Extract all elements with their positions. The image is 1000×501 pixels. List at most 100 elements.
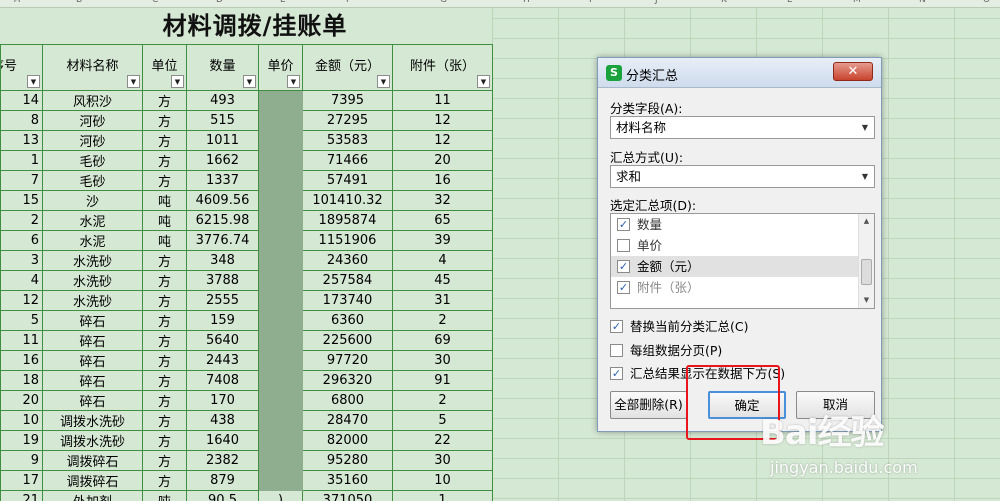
sheet-title[interactable]: 材料调拨/挂账单 xyxy=(0,8,492,44)
filter-dropdown-icon[interactable]: ▼ xyxy=(377,75,390,88)
cell-material[interactable]: 外加剂 xyxy=(42,490,143,501)
cell-index[interactable]: 9 xyxy=(0,450,43,471)
cell-attachments[interactable]: 1 xyxy=(392,490,493,501)
cell-index[interactable]: 4 xyxy=(0,270,43,291)
cell-material[interactable]: 碎石 xyxy=(42,310,143,331)
cell-attachments[interactable]: 5 xyxy=(392,410,493,431)
cell-price[interactable] xyxy=(258,90,303,111)
cell-unit[interactable]: 方 xyxy=(142,370,187,391)
cell-index[interactable]: 21 xyxy=(0,490,43,501)
col-letter[interactable]: M xyxy=(853,0,861,5)
cell-attachments[interactable]: 32 xyxy=(392,190,493,211)
cell-material[interactable]: 碎石 xyxy=(42,370,143,391)
col-letter[interactable]: H xyxy=(523,0,530,5)
cell-unit[interactable]: 吨 xyxy=(142,210,187,231)
cell-quantity[interactable]: 2443 xyxy=(186,350,259,371)
cell-amount[interactable]: 71466 xyxy=(302,150,393,171)
cell-quantity[interactable]: 348 xyxy=(186,250,259,271)
cell-index[interactable]: 2 xyxy=(0,210,43,231)
cell-attachments[interactable]: 12 xyxy=(392,130,493,151)
delete-all-button[interactable]: 全部删除(R) xyxy=(610,391,687,419)
checkbox-checked-icon[interactable]: ✓ xyxy=(617,260,630,273)
cell-amount[interactable]: 101410.32 xyxy=(302,190,393,211)
cell-unit[interactable]: 方 xyxy=(142,350,187,371)
option-page-break[interactable]: 每组数据分页(P) xyxy=(610,343,722,359)
cell-amount[interactable]: 1895874 xyxy=(302,210,393,231)
col-letter[interactable]: A xyxy=(14,0,20,5)
cell-index[interactable]: 10 xyxy=(0,410,43,431)
cell-unit[interactable]: 方 xyxy=(142,150,187,171)
cell-amount[interactable]: 35160 xyxy=(302,470,393,491)
cell-index[interactable]: 12 xyxy=(0,290,43,311)
cell-amount[interactable]: 24360 xyxy=(302,250,393,271)
cell-unit[interactable]: 方 xyxy=(142,470,187,491)
cell-attachments[interactable]: 31 xyxy=(392,290,493,311)
cell-price[interactable] xyxy=(258,250,303,271)
filter-dropdown-icon[interactable]: ▼ xyxy=(243,75,256,88)
cell-index[interactable]: 18 xyxy=(0,370,43,391)
cell-quantity[interactable]: 2555 xyxy=(186,290,259,311)
col-letter[interactable]: L xyxy=(787,0,792,5)
cell-price[interactable] xyxy=(258,430,303,451)
cell-unit[interactable]: 方 xyxy=(142,390,187,411)
cell-material[interactable]: 水洗砂 xyxy=(42,250,143,271)
cell-amount[interactable]: 27295 xyxy=(302,110,393,131)
cell-attachments[interactable]: 16 xyxy=(392,170,493,191)
checkbox-unchecked-icon[interactable] xyxy=(617,239,630,252)
header-cell-amount[interactable]: 金额（元） ▼ xyxy=(302,44,393,91)
list-item-amount[interactable]: ✓ 金额（元） xyxy=(611,256,874,277)
filter-dropdown-icon[interactable]: ▼ xyxy=(27,75,40,88)
cell-material[interactable]: 河砂 xyxy=(42,130,143,151)
col-letter[interactable]: G xyxy=(440,0,447,5)
cell-index[interactable]: 20 xyxy=(0,390,43,411)
cell-price[interactable] xyxy=(258,150,303,171)
filter-dropdown-icon[interactable]: ▼ xyxy=(127,75,140,88)
cell-index[interactable]: 14 xyxy=(0,90,43,111)
cell-price[interactable] xyxy=(258,230,303,251)
cell-amount[interactable]: 257584 xyxy=(302,270,393,291)
cell-material[interactable]: 风积沙 xyxy=(42,90,143,111)
cell-unit[interactable]: 方 xyxy=(142,310,187,331)
cell-quantity[interactable]: 1640 xyxy=(186,430,259,451)
cell-price[interactable] xyxy=(258,470,303,491)
cell-unit[interactable]: 方 xyxy=(142,110,187,131)
cell-attachments[interactable]: 39 xyxy=(392,230,493,251)
cell-quantity[interactable]: 438 xyxy=(186,410,259,431)
cell-attachments[interactable]: 45 xyxy=(392,270,493,291)
list-item-price[interactable]: 单价 xyxy=(611,235,874,256)
cell-index[interactable]: 11 xyxy=(0,330,43,351)
cell-price[interactable] xyxy=(258,290,303,311)
cell-price[interactable] xyxy=(258,210,303,231)
cell-price[interactable] xyxy=(258,310,303,331)
cell-index[interactable]: 5 xyxy=(0,310,43,331)
cell-attachments[interactable]: 69 xyxy=(392,330,493,351)
cell-attachments[interactable]: 4 xyxy=(392,250,493,271)
cell-quantity[interactable]: 1337 xyxy=(186,170,259,191)
cell-unit[interactable]: 方 xyxy=(142,250,187,271)
cell-attachments[interactable]: 30 xyxy=(392,350,493,371)
cell-attachments[interactable]: 2 xyxy=(392,310,493,331)
cell-material[interactable]: 碎石 xyxy=(42,390,143,411)
cell-quantity[interactable]: 159 xyxy=(186,310,259,331)
cell-price[interactable] xyxy=(258,410,303,431)
cell-quantity[interactable]: 90.5 xyxy=(186,490,259,501)
cell-price[interactable] xyxy=(258,170,303,191)
cell-price[interactable] xyxy=(258,370,303,391)
cell-price[interactable] xyxy=(258,130,303,151)
cell-amount[interactable]: 1151906 xyxy=(302,230,393,251)
cell-material[interactable]: 水泥 xyxy=(42,230,143,251)
dialog-titlebar[interactable]: S 分类汇总 ✕ xyxy=(598,58,881,88)
cell-quantity[interactable]: 6215.98 xyxy=(186,210,259,231)
col-letter[interactable]: N xyxy=(919,0,926,5)
column-header-strip[interactable]: A B C D E F G H I J K L M N O xyxy=(0,0,1000,8)
cell-material[interactable]: 调拨碎石 xyxy=(42,450,143,471)
header-cell-quantity[interactable]: 数量 ▼ xyxy=(186,44,259,91)
close-button[interactable]: ✕ xyxy=(833,62,873,81)
option-replace-current[interactable]: ✓ 替换当前分类汇总(C) xyxy=(610,319,748,335)
cell-quantity[interactable]: 1662 xyxy=(186,150,259,171)
checkbox-checked-icon[interactable]: ✓ xyxy=(610,320,623,333)
cell-quantity[interactable]: 4609.56 xyxy=(186,190,259,211)
method-select[interactable]: 求和 ▼ xyxy=(610,165,875,188)
header-cell-index[interactable]: 序号 ▼ xyxy=(0,44,43,91)
cell-index[interactable]: 16 xyxy=(0,350,43,371)
